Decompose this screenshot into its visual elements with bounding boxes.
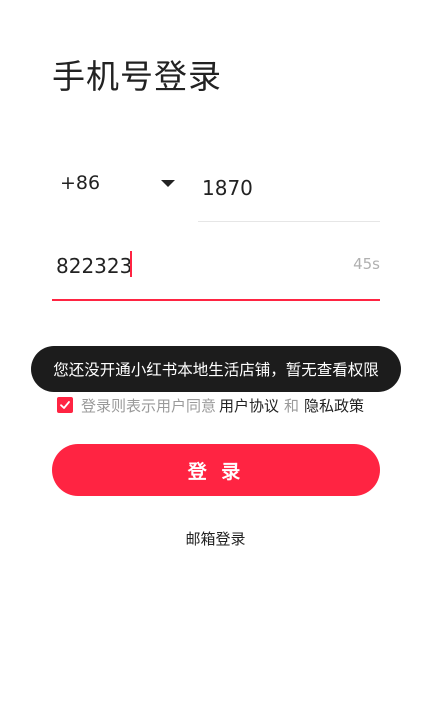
- text-cursor: [130, 251, 132, 277]
- toast-message: 您还没开通小红书本地生活店铺，暂无查看权限: [31, 346, 401, 392]
- agreement-row: 登录则表示用户同意 用户协议 和 隐私政策: [57, 394, 367, 416]
- phone-row: +86: [52, 160, 380, 222]
- resend-countdown: 45s: [353, 255, 380, 273]
- phone-input[interactable]: [198, 160, 380, 222]
- privacy-policy-link[interactable]: 隐私政策: [304, 395, 364, 416]
- country-code[interactable]: +86: [60, 172, 100, 194]
- agreement-prefix: 登录则表示用户同意: [81, 396, 217, 415]
- caret-down-icon[interactable]: [161, 180, 175, 187]
- code-row: 45s: [52, 238, 380, 301]
- verification-code-input[interactable]: [52, 238, 342, 300]
- login-button[interactable]: 登 录: [52, 444, 380, 496]
- page-title: 手机号登录: [52, 57, 222, 96]
- check-icon: [60, 401, 70, 409]
- user-agreement-link[interactable]: 用户协议: [219, 395, 279, 416]
- code-input-underline: [52, 299, 380, 301]
- email-login-link[interactable]: 邮箱登录: [0, 528, 431, 549]
- agreement-checkbox[interactable]: [57, 397, 73, 413]
- agreement-and: 和: [284, 396, 300, 415]
- login-page: 手机号登录 +86 45s 您还没开通小红书本地生活店铺，暂无查看权限 登录则表…: [0, 0, 431, 702]
